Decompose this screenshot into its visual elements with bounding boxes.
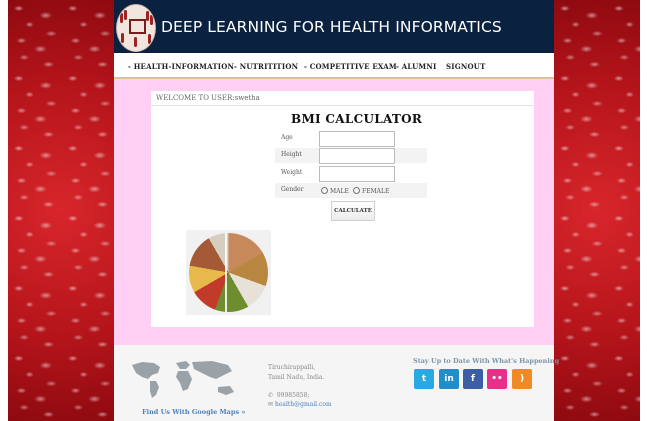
radio-circle-icon — [321, 187, 328, 194]
gender-label: Gender — [281, 186, 304, 193]
phone-text: 99985858; — [276, 392, 310, 399]
calculate-button[interactable]: CALCULATE — [331, 201, 375, 221]
linkedin-icon[interactable]: in — [439, 369, 459, 389]
google-maps-link[interactable]: Find Us With Google Maps » — [142, 408, 245, 416]
height-row: Height — [275, 148, 427, 164]
content-panel: WELCOME TO USER:swetha BMI CALCULATOR Ag… — [151, 91, 534, 327]
food-plate-image — [186, 230, 271, 315]
twitter-icon[interactable]: t — [414, 369, 434, 389]
radio-circle-icon — [353, 187, 360, 194]
nav-health-information[interactable]: - HEALTH-INFORMATION — [128, 62, 234, 71]
address-line-2: Tamil Nadu, India. — [268, 374, 325, 381]
red-droplet-background-left — [8, 0, 114, 421]
weight-input[interactable] — [319, 166, 395, 182]
site-logo — [116, 4, 156, 52]
bmi-title: BMI CALCULATOR — [291, 112, 423, 126]
nav-nutrition[interactable]: - NUTRITITION — [234, 62, 298, 71]
red-droplet-background-right — [554, 0, 640, 421]
male-label: MALE — [330, 188, 349, 195]
main-nav: - HEALTH-INFORMATION - NUTRITITION - COM… — [114, 53, 554, 79]
world-map-image — [132, 361, 234, 398]
page-container: DEEP LEARNING FOR HEALTH INFORMATICS - H… — [114, 0, 559, 421]
height-label: Height — [281, 151, 302, 158]
envelope-icon: ✉ — [268, 401, 274, 408]
age-row: Age — [275, 131, 427, 147]
male-radio[interactable]: MALE — [321, 187, 349, 195]
phone-icon: ✆ — [268, 392, 274, 399]
welcome-text: WELCOME TO USER:swetha — [156, 94, 260, 102]
rss-icon[interactable]: ) — [512, 369, 532, 389]
address-line-1: Tiruchirappalli, — [268, 364, 316, 371]
age-input[interactable] — [319, 131, 395, 147]
nav-alumni[interactable]: - ALUMNI — [396, 62, 436, 71]
weight-row: Weight — [275, 166, 427, 182]
nav-signout[interactable]: SIGNOUT — [446, 62, 486, 71]
gender-row: Gender MALE FEMALE — [275, 183, 427, 198]
female-label: FEMALE — [362, 188, 390, 195]
email-link[interactable]: health@gmail.com — [275, 401, 332, 408]
site-title: DEEP LEARNING FOR HEALTH INFORMATICS — [161, 18, 502, 36]
facebook-icon[interactable]: f — [463, 369, 483, 389]
female-radio[interactable]: FEMALE — [353, 187, 389, 195]
divider — [151, 105, 534, 106]
height-input[interactable] — [319, 148, 395, 164]
stay-updated-text: Stay Up to Date With What's Happening — [413, 357, 560, 365]
nav-competitive-exam[interactable]: - COMPETITIVE EXAM — [304, 62, 397, 71]
site-footer: Find Us With Google Maps » Tiruchirappal… — [114, 345, 559, 421]
site-header: DEEP LEARNING FOR HEALTH INFORMATICS — [114, 0, 554, 53]
age-label: Age — [281, 134, 293, 141]
flickr-icon[interactable]: •• — [487, 369, 507, 389]
email-row: ✉ health@gmail.com — [268, 401, 332, 408]
weight-label: Weight — [281, 169, 303, 176]
phone-row: ✆ 99985858; — [268, 392, 309, 399]
